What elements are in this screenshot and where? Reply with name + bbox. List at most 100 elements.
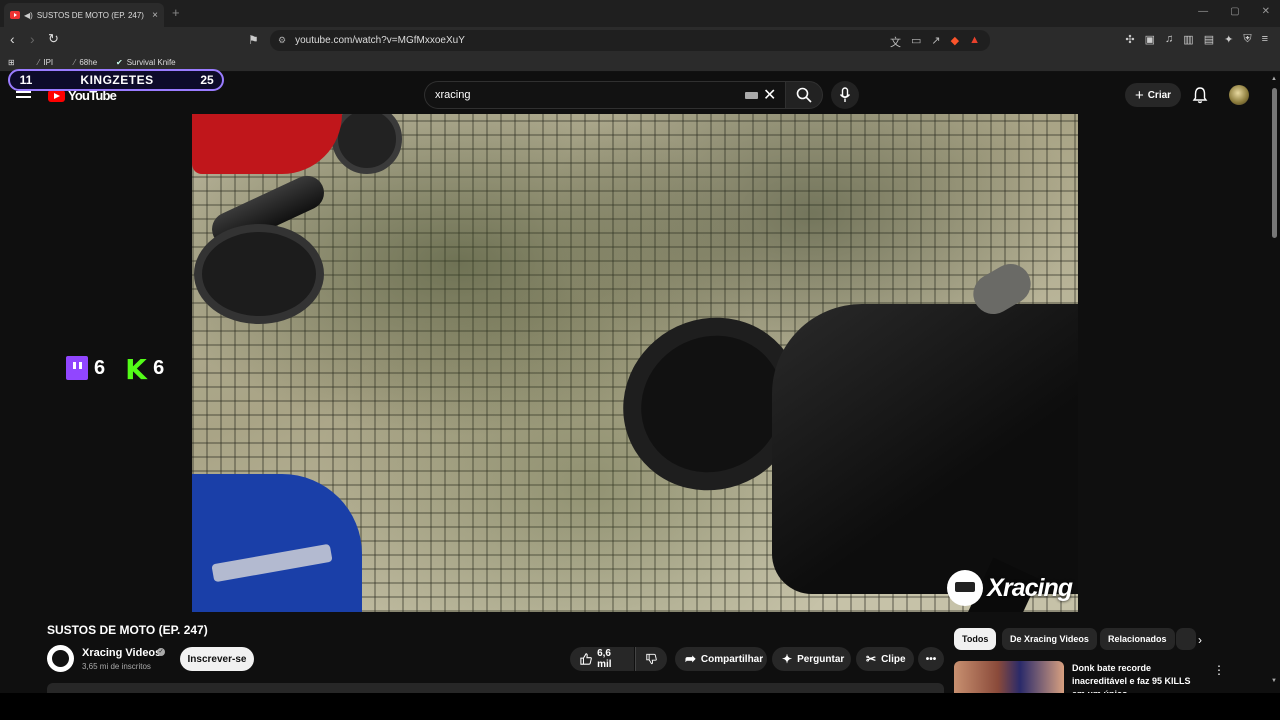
thumbs-up-icon (580, 653, 592, 665)
account-avatar[interactable] (1229, 85, 1249, 105)
bookmark-label: 68he (79, 58, 98, 67)
score-left: 11 (19, 73, 33, 87)
cast-icon[interactable]: ▭ (911, 34, 921, 50)
clip-button[interactable]: ✂ Clipe (856, 647, 914, 671)
chip-from-channel[interactable]: De Xracing Videos (1002, 628, 1097, 650)
sidebar-icon[interactable]: ▥ (1183, 33, 1193, 46)
kebab-menu-icon[interactable]: ⋮ (1213, 663, 1225, 677)
share-icon: ➦ (685, 651, 696, 666)
search-value: xracing (435, 89, 471, 101)
bookmark-item[interactable]: ⁄ 68he (74, 58, 97, 67)
scroll-down-icon[interactable]: ▼ (1271, 678, 1277, 684)
score-overlay: 11 KINGZETES 25 (8, 69, 224, 91)
twitch-count: 6 (94, 356, 106, 379)
description-box[interactable] (47, 683, 944, 693)
leo-ai-icon[interactable]: ✦ (1224, 33, 1233, 46)
clear-search-icon[interactable]: ✕ (763, 85, 776, 105)
wallet-icon[interactable]: ▤ (1204, 33, 1214, 46)
browser-tab[interactable]: ◀) SUSTOS DE MOTO (EP. 247) × (4, 3, 164, 27)
chip-partial[interactable] (1176, 628, 1196, 650)
keyboard-icon[interactable] (745, 92, 758, 99)
youtube-play-icon (48, 89, 65, 102)
vpn-icon[interactable]: ⛨ (1243, 33, 1251, 46)
forward-icon[interactable]: › (30, 31, 35, 47)
ask-label: Perguntar (797, 653, 845, 665)
bell-icon (1192, 87, 1208, 104)
close-window-icon[interactable]: ✕ (1262, 6, 1270, 17)
new-tab-button[interactable]: + (172, 5, 180, 20)
share-page-icon[interactable]: ↗ (931, 34, 940, 50)
video-title: SUSTOS DE MOTO (EP. 247) (47, 623, 208, 637)
reload-icon[interactable]: ↻ (48, 31, 59, 47)
search-button[interactable] (785, 81, 823, 109)
parked-motorcycle-left (192, 114, 422, 324)
url-bar[interactable]: ⚙ youtube.com/watch?v=MGfMxxoeXuY 文 ▭ ↗ … (270, 30, 990, 51)
more-actions-button[interactable]: ••• (918, 647, 944, 671)
tab-close-icon[interactable]: × (152, 10, 158, 21)
like-button[interactable]: 6,6 mil (570, 647, 634, 671)
verified-icon: ✓ (157, 648, 165, 656)
bookmark-label: IPI (43, 58, 54, 67)
back-icon[interactable]: ‹ (10, 31, 15, 47)
youtube-favicon-icon (10, 11, 20, 19)
sparkle-icon: ✦ (782, 652, 793, 666)
channel-watermark: Xracing (947, 570, 1073, 606)
brave-shield-icon[interactable]: ◆ (951, 34, 959, 50)
tab-search-icon[interactable]: ▣ (1145, 33, 1155, 46)
subscribe-button[interactable]: Inscrever-se (180, 647, 254, 671)
bookmark-item[interactable]: ✔ Survival Knife (116, 58, 176, 67)
bottom-bar (0, 693, 1280, 720)
minimize-icon[interactable]: — (1198, 6, 1208, 17)
bookmark-icon[interactable]: ⚑ (248, 33, 259, 47)
twitch-icon (66, 356, 88, 380)
dislike-button[interactable] (635, 647, 667, 671)
link-icon: ⁄ (74, 58, 76, 67)
browser-menu-icon[interactable]: ≡ (1262, 33, 1268, 46)
notifications-button[interactable] (1192, 86, 1208, 109)
create-button[interactable]: + Criar (1125, 83, 1181, 107)
bookmark-item[interactable]: ⁄ IPI (38, 58, 53, 67)
extensions-area: ✣ ▣ ♫ ▥ ▤ ✦ ⛨ ≡ (1125, 33, 1268, 46)
helmet-logo-icon (947, 570, 984, 606)
blue-motorcycle-tank (192, 474, 362, 612)
search-input[interactable]: xracing (424, 81, 786, 109)
search-icon (796, 87, 812, 103)
recommended-thumbnail[interactable] (954, 661, 1064, 693)
share-button[interactable]: ➦ Compartilhar (675, 647, 767, 671)
more-icon: ••• (925, 653, 937, 665)
tab-title: SUSTOS DE MOTO (EP. 247) (36, 10, 144, 20)
translate-icon[interactable]: 文 (890, 34, 901, 50)
channel-avatar[interactable] (47, 645, 74, 672)
steam-icon: ✔ (116, 58, 123, 67)
create-label: Criar (1147, 89, 1172, 101)
scroll-up-icon[interactable]: ▲ (1271, 76, 1277, 82)
video-player[interactable]: Xracing (192, 114, 1078, 612)
chevron-right-icon[interactable]: › (1198, 633, 1202, 647)
scrollbar-thumb[interactable] (1272, 88, 1277, 238)
brave-rewards-icon[interactable]: ▲ (969, 34, 980, 50)
url-text: youtube.com/watch?v=MGfMxxoeXuY (295, 35, 465, 46)
music-icon[interactable]: ♫ (1165, 33, 1173, 46)
bookmark-label: Survival Knife (126, 58, 176, 67)
like-count: 6,6 mil (597, 648, 612, 670)
apps-icon[interactable]: ⊞ (8, 58, 15, 67)
clip-label: Clipe (881, 653, 906, 665)
extensions-icon[interactable]: ✣ (1125, 33, 1134, 46)
voice-search-button[interactable] (831, 81, 859, 109)
ask-button[interactable]: ✦ Perguntar (772, 647, 851, 671)
thumbs-down-icon (646, 653, 657, 665)
chip-all[interactable]: Todos (954, 628, 997, 650)
scissors-icon: ✂ (866, 652, 877, 666)
kick-icon (125, 353, 147, 386)
share-label: Compartilhar (700, 653, 764, 665)
site-info-icon[interactable]: ⚙ (278, 35, 286, 46)
ipi-icon: ⁄ (38, 58, 40, 67)
motorcycle-right (591, 256, 1078, 612)
audio-playing-icon[interactable]: ◀) (24, 11, 33, 20)
subscriber-count: 3,65 mi de inscritos (82, 662, 151, 671)
chip-related[interactable]: Relacionados (1100, 628, 1175, 650)
browser-tab-bar: ◀) SUSTOS DE MOTO (EP. 247) × + — ▢ ✕ (0, 0, 1280, 27)
maximize-icon[interactable]: ▢ (1230, 6, 1239, 17)
viewer-counts-overlay: 6 6 (66, 353, 164, 386)
channel-name[interactable]: Xracing Videos (82, 647, 161, 659)
